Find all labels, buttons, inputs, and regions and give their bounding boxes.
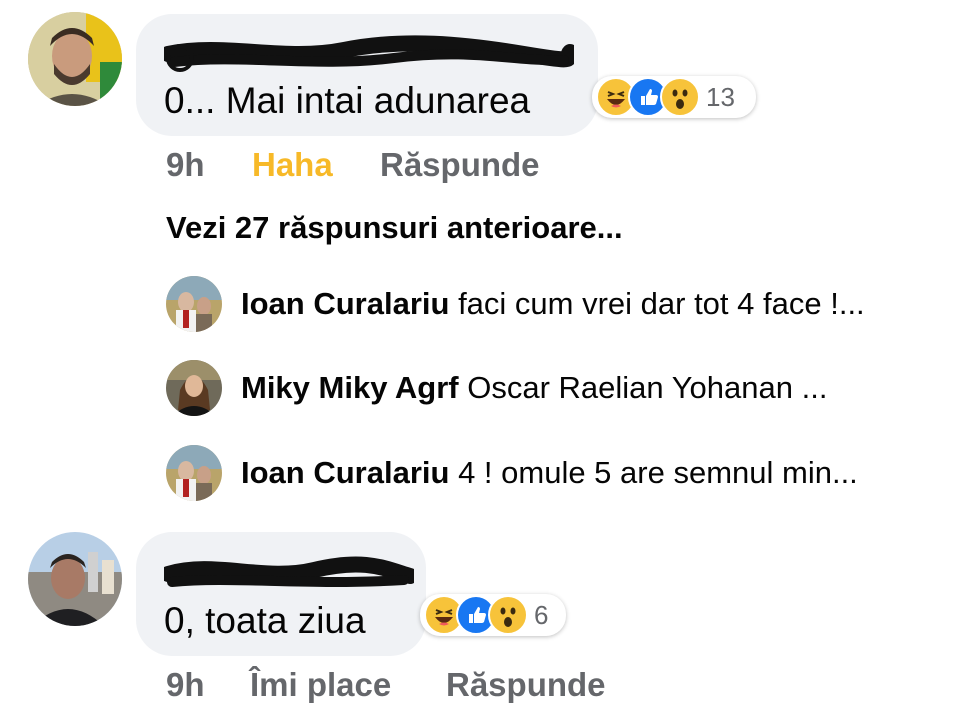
reply-item[interactable]: Miky Miky Agrf Oscar Raelian Yohanan ... [166, 360, 926, 416]
reply-author-name[interactable]: Ioan Curalariu [241, 286, 449, 321]
reply-item[interactable]: Ioan Curalariu faci cum vrei dar tot 4 f… [166, 276, 926, 332]
haha-reaction-button[interactable]: Haha [252, 146, 333, 184]
comment-timestamp[interactable]: 9h [166, 146, 205, 184]
reply-author-avatar[interactable] [166, 276, 222, 332]
reply-text: Oscar Raelian Yohanan ... [467, 370, 828, 405]
reply-author-avatar[interactable] [166, 445, 222, 501]
reply-author-name[interactable]: Miky Miky Agrf [241, 370, 459, 405]
wow-reaction-icon [660, 77, 700, 117]
redacted-author-name [164, 556, 414, 587]
comment-timestamp[interactable]: 9h [166, 666, 205, 704]
reply-button[interactable]: Răspunde [380, 146, 540, 184]
reply-text: faci cum vrei dar tot 4 face !... [458, 286, 865, 321]
reply-author-avatar[interactable] [166, 360, 222, 416]
avatar-photo [28, 12, 122, 106]
comment-bubble: 0... Mai intai adunarea [136, 14, 598, 136]
reply-text: 4 ! omule 5 are semnul min... [458, 455, 858, 490]
comment-author-avatar[interactable] [28, 12, 122, 106]
comment-text: 0... Mai intai adunarea [164, 80, 531, 121]
reaction-summary[interactable]: 13 [592, 76, 756, 118]
comment-text: 0, toata ziua [164, 600, 366, 641]
redacted-author-name [164, 35, 574, 72]
reaction-summary[interactable]: 6 [420, 594, 566, 636]
reply-item[interactable]: Ioan Curalariu 4 ! omule 5 are semnul mi… [166, 445, 926, 501]
comment-author-avatar[interactable] [28, 532, 122, 626]
reaction-count: 6 [534, 599, 549, 630]
view-previous-replies-link[interactable]: Vezi 27 răspunsuri anterioare... [166, 210, 623, 246]
comment-actions: 9h Îmi place Răspunde [166, 666, 666, 706]
avatar-photo [28, 532, 122, 626]
comment-bubble: 0, toata ziua [136, 532, 426, 656]
reply-button[interactable]: Răspunde [446, 666, 606, 704]
comment-actions: 9h Haha Răspunde [166, 146, 666, 186]
like-button[interactable]: Îmi place [250, 666, 391, 704]
wow-reaction-icon [488, 595, 528, 635]
reaction-count: 13 [706, 81, 735, 112]
reply-author-name[interactable]: Ioan Curalariu [241, 455, 449, 490]
